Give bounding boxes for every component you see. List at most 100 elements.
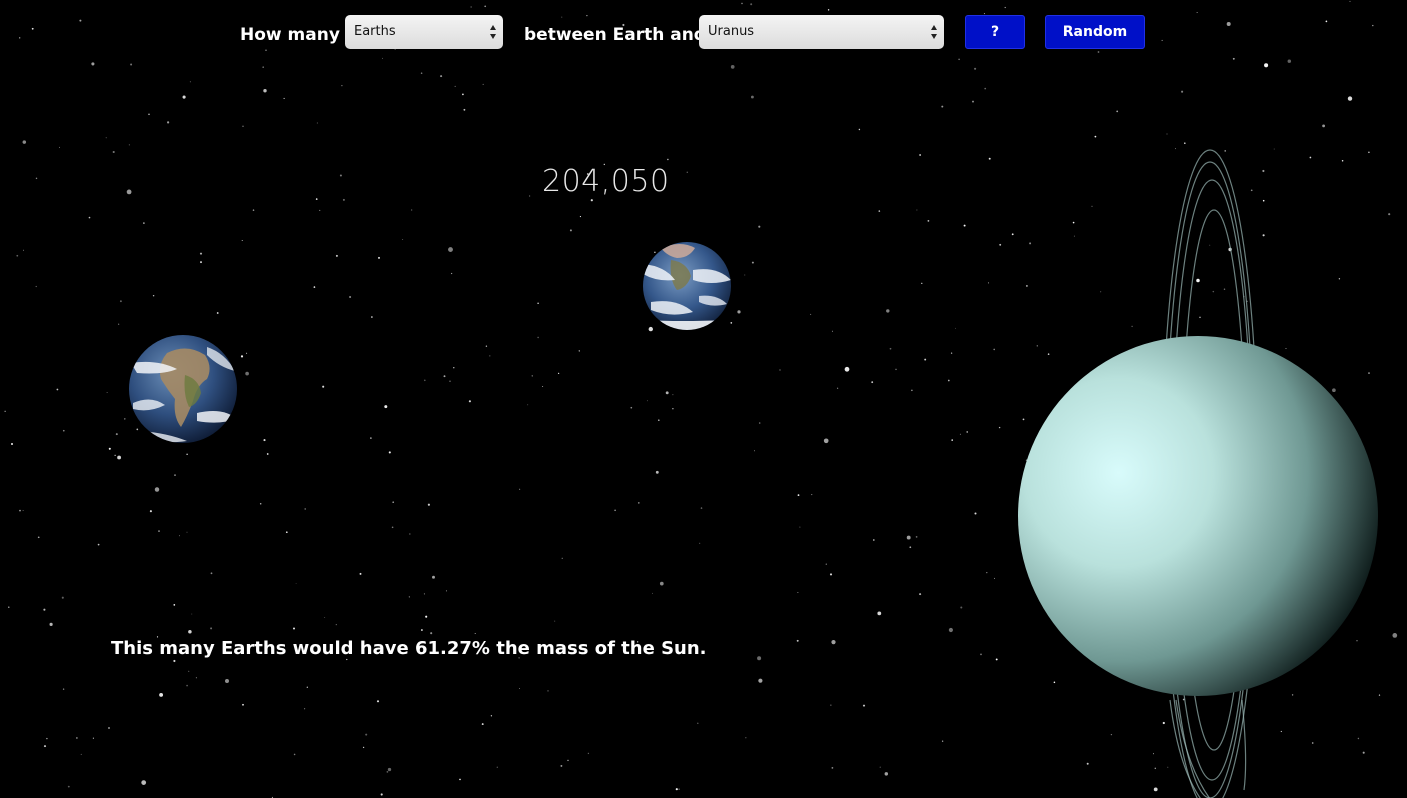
star: [62, 429, 65, 432]
star: [392, 501, 395, 504]
star: [878, 210, 881, 212]
star: [167, 121, 170, 124]
star: [754, 450, 755, 452]
star: [182, 95, 186, 99]
star: [8, 606, 10, 608]
star: [614, 509, 616, 512]
star: [906, 535, 911, 540]
star: [678, 788, 680, 790]
star: [335, 624, 337, 626]
star: [554, 620, 556, 622]
star: [359, 572, 362, 575]
random-button[interactable]: Random: [1045, 15, 1145, 49]
star: [744, 274, 746, 276]
star: [489, 355, 491, 357]
star: [972, 100, 974, 103]
star: [225, 679, 229, 683]
star: [408, 596, 410, 598]
star: [174, 474, 176, 476]
star: [799, 526, 801, 528]
star: [941, 740, 944, 742]
star: [130, 63, 133, 66]
star: [31, 27, 34, 30]
star: [200, 261, 202, 264]
star: [59, 146, 60, 148]
star: [672, 408, 674, 410]
star: [757, 656, 762, 661]
object-select[interactable]: Earths: [345, 15, 503, 49]
star: [49, 622, 53, 626]
star: [831, 640, 836, 645]
star: [259, 503, 262, 505]
star: [149, 510, 152, 513]
target-select-value: Uranus: [708, 24, 755, 39]
star: [537, 302, 539, 304]
star: [959, 433, 961, 435]
star: [67, 785, 70, 788]
star: [448, 247, 453, 253]
star: [430, 632, 433, 635]
star: [420, 72, 423, 74]
earth-left-image: [129, 335, 237, 443]
star: [1196, 11, 1198, 13]
star: [186, 531, 188, 533]
star: [911, 389, 913, 392]
star: [947, 379, 950, 382]
star: [266, 453, 269, 455]
star: [1161, 39, 1163, 41]
star: [117, 455, 122, 460]
star: [560, 764, 563, 767]
star: [919, 593, 922, 596]
star: [37, 536, 40, 539]
target-select[interactable]: Uranus: [699, 15, 944, 49]
star: [697, 722, 699, 725]
how-many-label: How many: [240, 25, 340, 45]
star: [948, 627, 953, 633]
star: [862, 704, 866, 707]
star: [1116, 110, 1119, 113]
star: [306, 686, 308, 688]
star: [432, 575, 435, 579]
star: [519, 688, 520, 689]
star: [528, 195, 531, 197]
star: [263, 89, 267, 93]
star: [823, 438, 829, 444]
mass-fact-text: This many Earths would have 61.27% the m…: [111, 638, 707, 659]
star: [987, 282, 990, 284]
star: [895, 368, 897, 371]
star: [459, 778, 461, 781]
star: [263, 439, 266, 442]
star: [43, 608, 46, 611]
star: [283, 97, 285, 99]
star: [35, 177, 38, 180]
star: [384, 405, 388, 409]
star: [245, 371, 249, 376]
star: [462, 93, 464, 96]
star: [19, 37, 21, 39]
star: [115, 433, 118, 436]
star: [485, 345, 488, 347]
star: [750, 3, 753, 6]
star: [686, 171, 689, 174]
star: [527, 404, 529, 406]
star: [16, 254, 19, 257]
star: [1349, 0, 1351, 2]
star: [143, 222, 145, 224]
star: [124, 418, 126, 420]
star: [797, 592, 799, 594]
star: [675, 788, 678, 791]
help-button[interactable]: ?: [965, 15, 1025, 49]
star: [915, 536, 918, 538]
star: [188, 670, 190, 672]
star: [387, 767, 392, 772]
star: [667, 158, 669, 161]
star: [141, 780, 147, 785]
star: [960, 606, 963, 609]
star: [240, 355, 244, 358]
star: [56, 388, 59, 391]
star: [966, 431, 968, 433]
star: [830, 704, 832, 706]
star: [112, 150, 115, 154]
star: [496, 766, 498, 768]
star: [700, 507, 703, 509]
